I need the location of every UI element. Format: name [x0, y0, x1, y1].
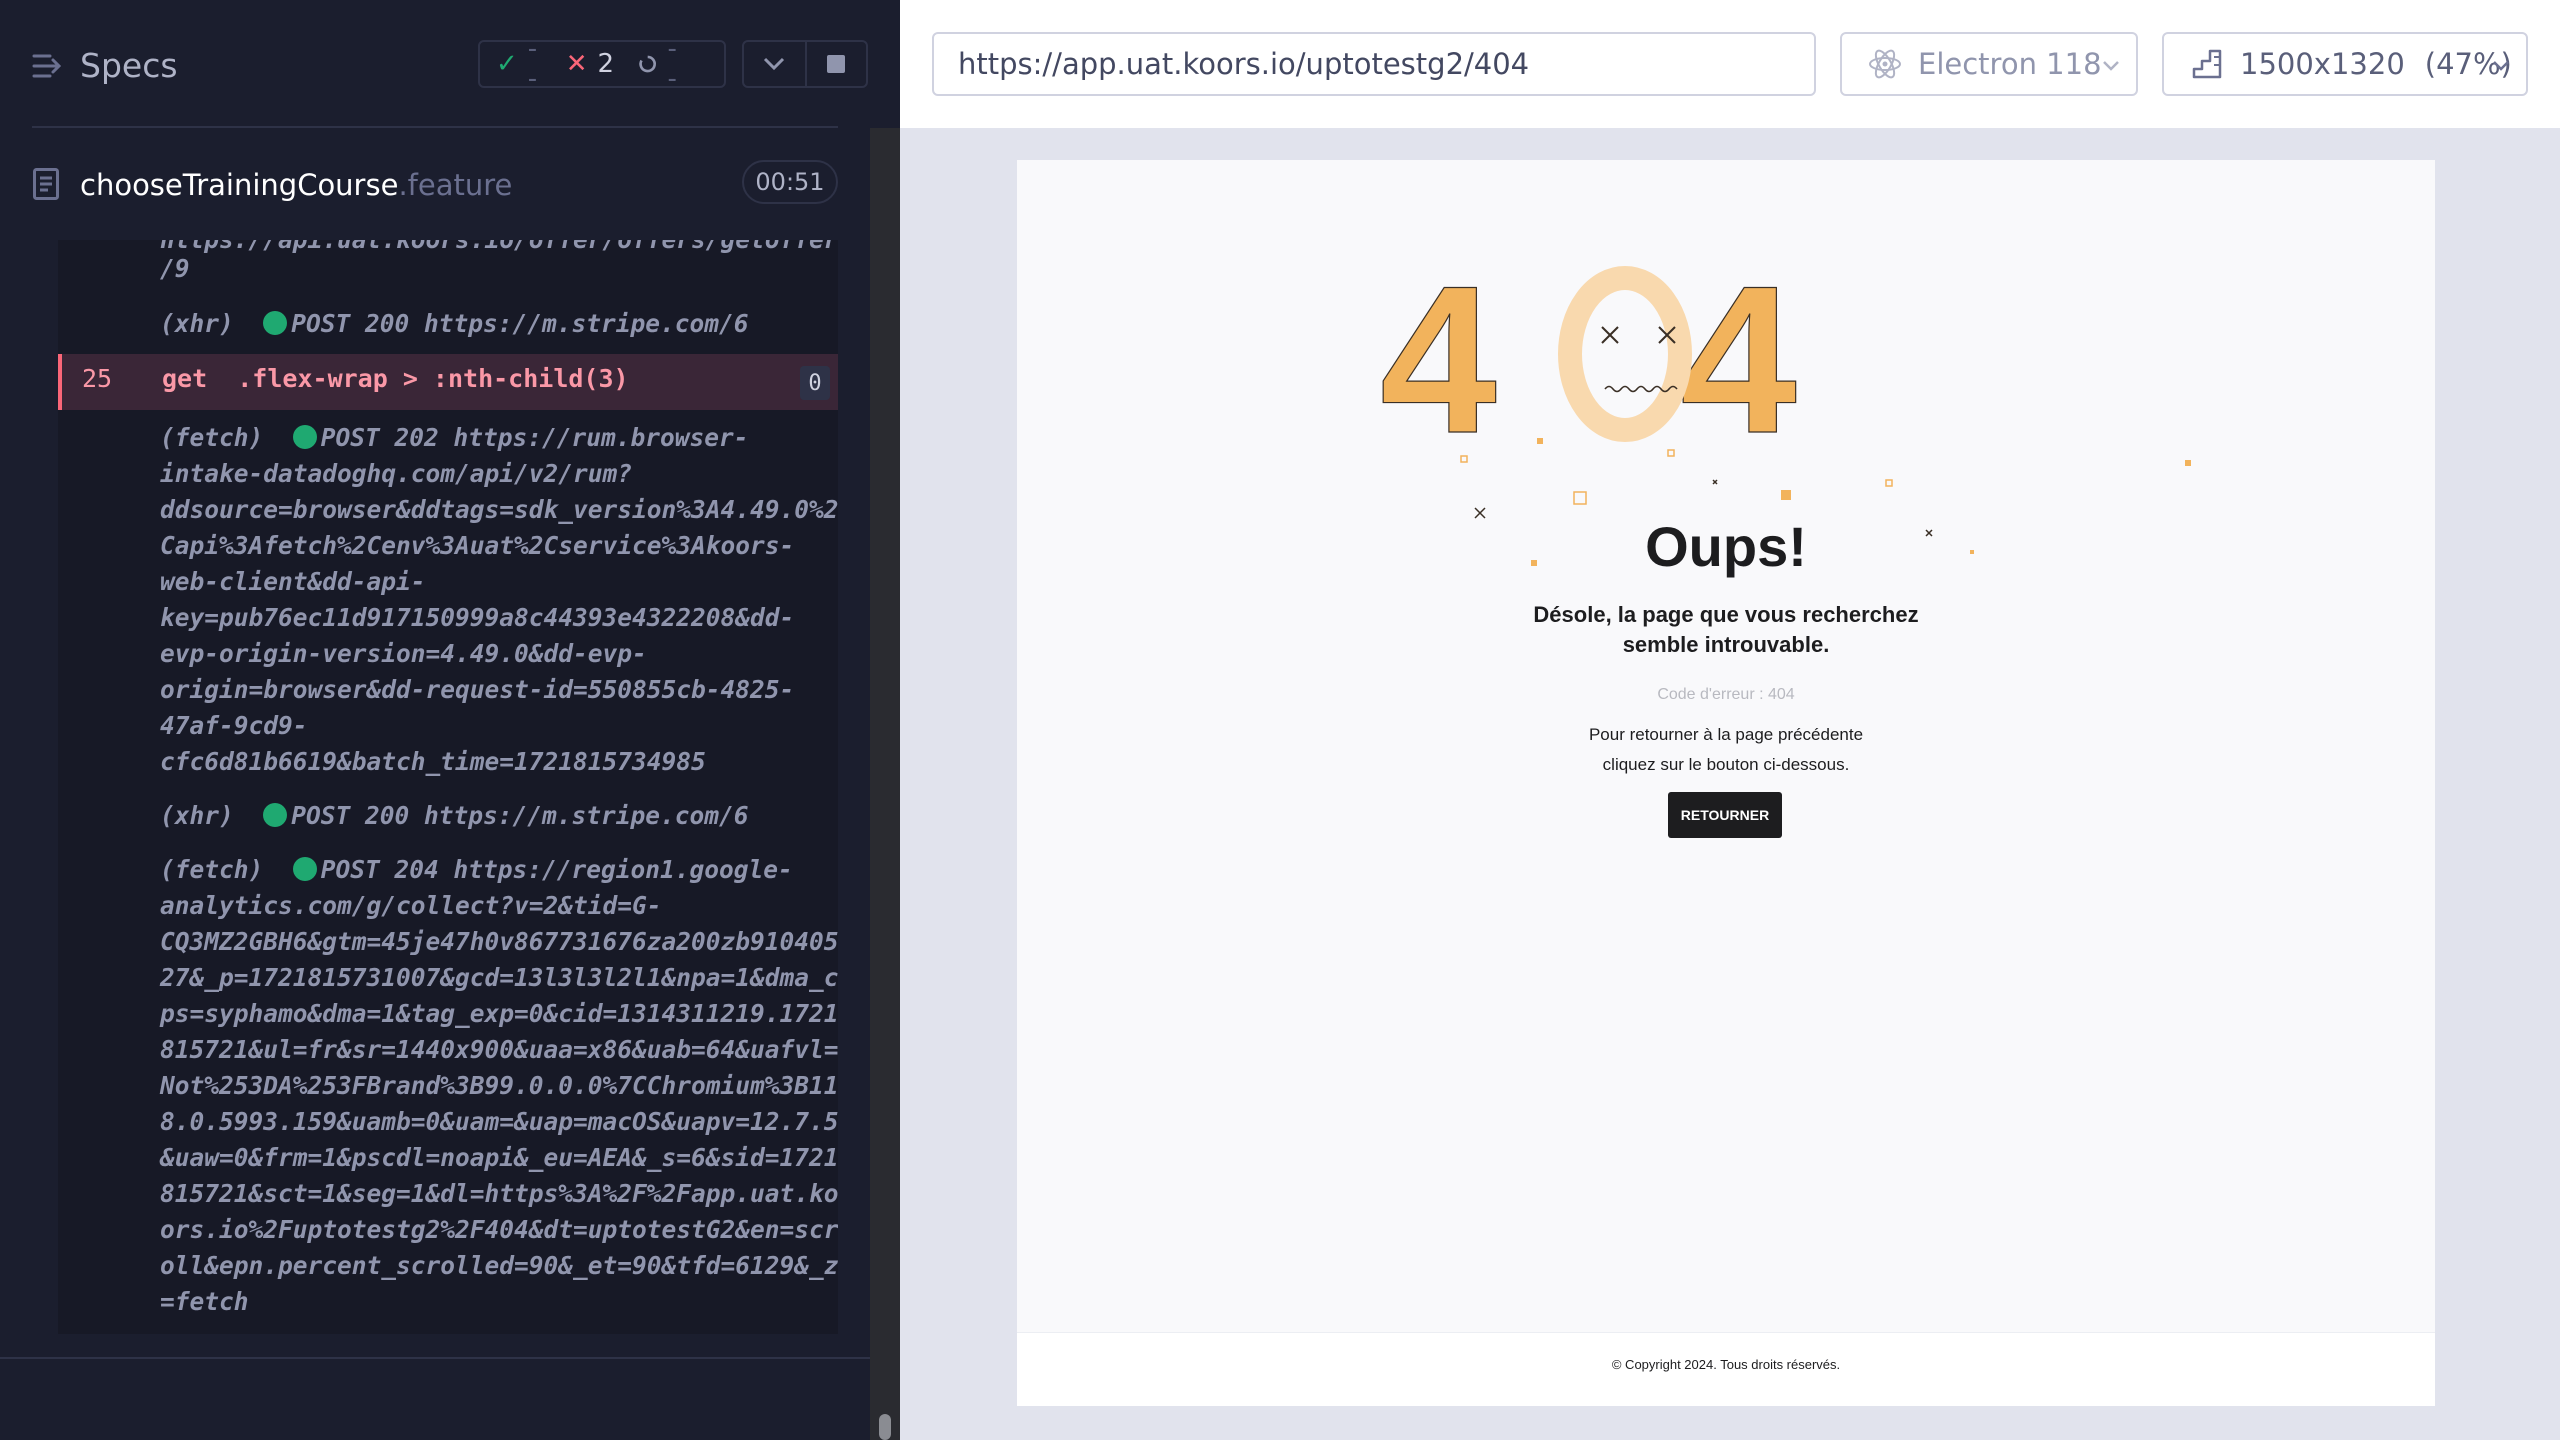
- spec-extension: .feature: [398, 168, 513, 202]
- log-line-text: 47af-9cd9-: [160, 711, 308, 740]
- log-line-text: 815721&sct=1&seg=1&dl=https%3A%2F%2Fapp.…: [160, 1179, 838, 1208]
- pending-spinner-icon: [639, 55, 657, 73]
- page-footer: © Copyright 2024. Tous droits réservés.: [1017, 1332, 2435, 1406]
- chevron-down-icon: [2103, 61, 2119, 71]
- aut-page: 4 4 Oups! Désole, la page que vous reche…: [1017, 160, 2435, 1406]
- log-line-text: key=pub76ec11d917150999a8c44393e4322208&…: [160, 603, 795, 632]
- log-line-text: ps=syphamo&dma=1&tag_exp=0&cid=131431121…: [160, 999, 838, 1028]
- chevron-down-icon: [2493, 61, 2509, 71]
- log-line-text: 815721&ul=fr&sr=1440x900&uaa=x86&uab=64&…: [160, 1035, 838, 1064]
- status-dot-icon: [292, 857, 317, 881]
- return-instruction: Pour retourner à la page précédente cliq…: [1588, 725, 1864, 774]
- pending-count: --: [667, 34, 677, 94]
- log-line-text: CQ3MZ2GBH6&gtm=45je47h0v867731676za200zb…: [160, 927, 838, 956]
- log-line-text: ddsource=browser&ddtags=sdk_version%3A4.…: [160, 495, 838, 524]
- reporter-panel: Specs ✓ -- ✕ 2 -- chooseTrainingCourse.f…: [0, 0, 900, 1440]
- command-count-badge: 0: [800, 366, 830, 400]
- url-bar[interactable]: https://app.uat.koors.io/uptotestg2/404: [932, 32, 1816, 96]
- error-code: Code d'erreur : 404: [1657, 686, 1795, 703]
- log-line-text: &uaw=0&frm=1&pscdl=noapi&_eu=AEA&_s=6&si…: [160, 1143, 838, 1172]
- xhr-log-text: (xhr) POST 200 https://m.stripe.com/6: [160, 801, 749, 830]
- log-line-text: (fetch) POST 204 https://region1.google-: [160, 855, 793, 884]
- return-button[interactable]: RETOURNER: [1668, 792, 1782, 838]
- big-digit-0: [1558, 266, 1692, 442]
- aut-header: https://app.uat.koors.io/uptotestg2/404 …: [900, 0, 2560, 128]
- viewport-size: 1500x1320: [2240, 47, 2405, 81]
- specs-title: Specs: [80, 46, 178, 85]
- log-line-text: =fetch: [160, 1287, 249, 1316]
- log-line-text: origin=browser&dd-request-id=550855cb-48…: [160, 675, 795, 704]
- log-line-text: (fetch) POST 202 https://rum.browser-: [160, 423, 749, 452]
- x-icon: ✕: [565, 49, 588, 79]
- log-line-text: cfc6d81b6619&batch_time=1721815734985: [160, 747, 706, 776]
- specs-list-toggle-icon[interactable]: [32, 52, 64, 80]
- passed-count: --: [527, 34, 538, 94]
- failed-command-row[interactable]: 25 get .flex-wrap > :nth-child(3) 0: [58, 354, 838, 410]
- log-line-text: 8.0.5993.159&uamb=0&uam=&uap=macOS&uapv=…: [160, 1107, 838, 1136]
- browser-name: Electron 118: [1918, 47, 2102, 81]
- log-line-text: intake-datadoghq.com/api/v2/rum?: [160, 459, 633, 488]
- footer-divider: [0, 1357, 870, 1359]
- scrollbar-thumb[interactable]: [879, 1414, 891, 1440]
- failed-stat: ✕ 2: [566, 49, 614, 79]
- big-digit-4-left: 4: [1380, 242, 1497, 477]
- passed-stat: ✓ --: [496, 34, 542, 94]
- pending-stat: --: [638, 34, 684, 94]
- command-log[interactable]: https://api.uat.koors.io/offer/offers/ge…: [58, 240, 838, 1334]
- command-text: get .flex-wrap > :nth-child(3): [162, 364, 629, 393]
- dizzy-eyes-icon: [1601, 326, 1676, 344]
- copyright-text: © Copyright 2024. Tous droits réservés.: [1611, 1357, 1841, 1372]
- xhr-log-text: (xhr) POST 200 https://m.stripe.com/6: [160, 309, 749, 338]
- status-dot-icon: [292, 425, 317, 449]
- test-stats: ✓ -- ✕ 2 --: [478, 34, 726, 94]
- failed-count: 2: [597, 49, 615, 79]
- error-title: Oups!: [1645, 515, 1807, 578]
- log-line-text: oll&epn.percent_scrolled=90&_et=90&tfd=6…: [160, 1251, 838, 1280]
- big-digit-4-right: 4: [1680, 242, 1797, 477]
- status-dot-icon: [263, 311, 288, 335]
- spec-file-name: chooseTrainingCourse.feature: [80, 168, 512, 202]
- document-icon: [33, 168, 59, 200]
- not-found-content: 4 4 Oups! Désole, la page que vous reche…: [1017, 160, 2435, 1332]
- viewport-selector[interactable]: 1500x1320 (47%): [2162, 32, 2528, 96]
- log-line-text: web-client&dd-api-: [160, 567, 426, 596]
- command-number: 25: [82, 364, 113, 393]
- header-divider: [32, 126, 838, 128]
- dropdown-button[interactable]: [744, 42, 805, 86]
- app-under-test-panel: https://app.uat.koors.io/uptotestg2/404 …: [900, 0, 2560, 1440]
- log-line-text: 27&_p=1721815731007&gcd=13l3l3l2l1&npa=1…: [160, 963, 838, 992]
- spec-base-name: chooseTrainingCourse: [80, 168, 399, 202]
- spec-file-row[interactable]: chooseTrainingCourse.feature 00:51: [0, 150, 870, 218]
- status-dot-icon: [263, 803, 288, 827]
- log-line-text: evp-origin-version=4.49.0&dd-evp-: [160, 639, 647, 668]
- spec-duration: 00:51: [742, 160, 838, 204]
- ruler-icon: [2192, 49, 2222, 79]
- panel-resizer[interactable]: [870, 128, 900, 1440]
- stop-icon: [827, 55, 846, 73]
- chevron-down-icon: [764, 57, 785, 71]
- error-message: Désole, la page que vous recherchez semb…: [1533, 602, 1919, 657]
- log-line-text: Capi%3Afetch%2Cenv%3Auat%2Cservice%3Akoo…: [160, 531, 795, 560]
- specs-header: Specs ✓ -- ✕ 2 --: [0, 0, 900, 128]
- log-line-text: ors.io%2Fuptotestg2%2F404&dt=uptotestG2&…: [160, 1215, 838, 1244]
- stop-button[interactable]: [804, 42, 866, 86]
- log-line-text: Not%253DA%253FBrand%3B99.0.0.0%7CChromiu…: [160, 1071, 838, 1100]
- browser-selector[interactable]: Electron 118: [1840, 32, 2138, 96]
- runner-controls: [742, 40, 868, 88]
- electron-icon: [1869, 49, 1901, 79]
- check-icon: ✓: [496, 49, 518, 79]
- log-line-text: analytics.com/g/collect?v=2&tid=G-: [160, 891, 662, 920]
